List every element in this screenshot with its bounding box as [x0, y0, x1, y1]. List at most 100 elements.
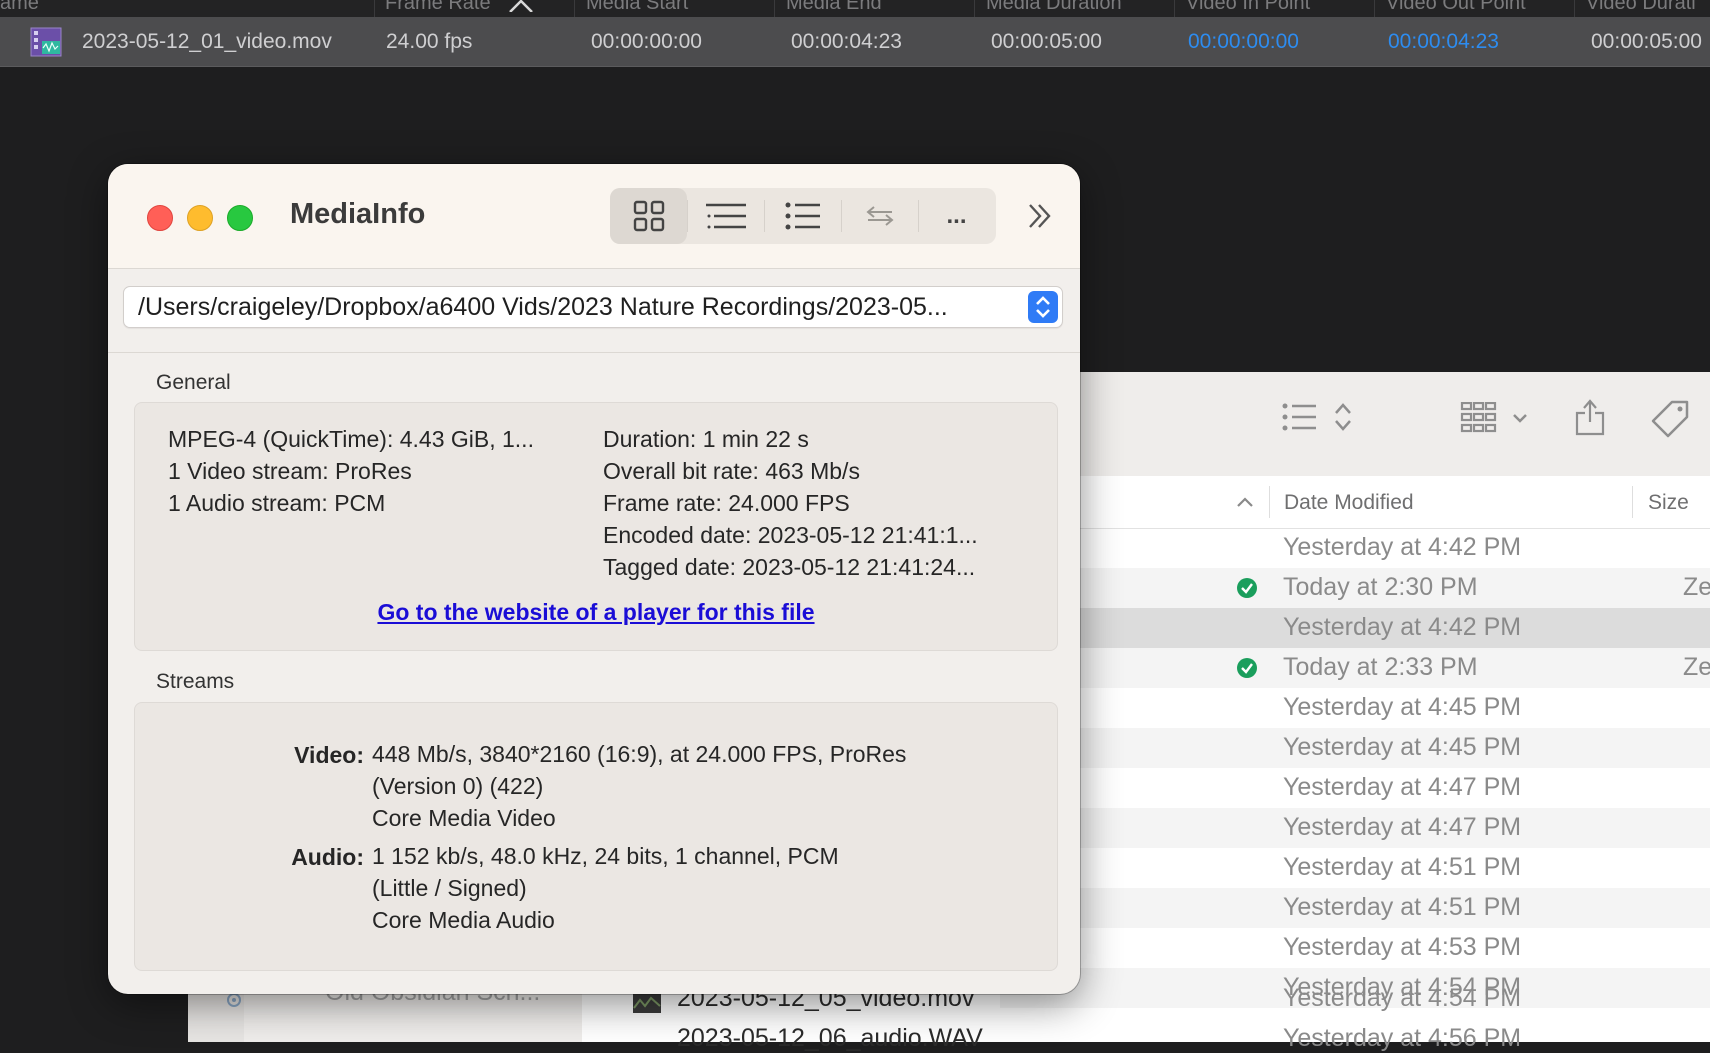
- project-clip-row[interactable]: 2023-05-12_01_video.mov 24.00 fps 00:00:…: [0, 17, 1710, 67]
- mediainfo-window: MediaInfo ... /Users/craigeley/Dropbox/a…: [108, 164, 1080, 994]
- tag-icon[interactable]: [1650, 400, 1690, 438]
- finder-toolbar: alley: [1000, 372, 1710, 477]
- list-view-button[interactable]: [764, 188, 841, 244]
- group-grid-icon[interactable]: [1460, 402, 1498, 434]
- general-overall-bitrate: Overall bit rate: 463 Mb/s: [603, 458, 860, 484]
- finder-file-row[interactable]: Yesterday at 4:47 PM: [1000, 808, 1710, 848]
- file-date-modified: Today at 2:30 PM: [1283, 573, 1478, 601]
- more-options-button[interactable]: ...: [918, 188, 995, 244]
- video-stream-line: (Version 0) (422): [372, 773, 544, 799]
- file-path-select[interactable]: /Users/craigeley/Dropbox/a6400 Vids/2023…: [123, 286, 1063, 328]
- column-header-video-out-point[interactable]: Video Out Point: [1386, 0, 1526, 15]
- finder-file-row[interactable]: Yesterday at 4:51 PM: [1000, 888, 1710, 928]
- player-website-link[interactable]: Go to the website of a player for this f…: [135, 599, 1057, 626]
- view-mode-toolbar: ...: [610, 188, 996, 244]
- finder-file-row[interactable]: Yesterday at 4:51 PM: [1000, 848, 1710, 888]
- file-date-modified: Yesterday at 4:45 PM: [1283, 733, 1522, 761]
- column-divider: [1574, 0, 1575, 17]
- file-date-modified: Yesterday at 4:51 PM: [1283, 893, 1522, 921]
- clip-media-start: 00:00:00:00: [591, 30, 702, 53]
- finder-file-row[interactable]: Yesterday at 4:42 PM: [1000, 608, 1710, 648]
- project-panel-header: ame Frame Rate Media Start Media End Med…: [0, 0, 1710, 17]
- column-header-media-start[interactable]: Media Start: [586, 0, 688, 15]
- file-date-modified: Yesterday at 4:51 PM: [1283, 853, 1522, 881]
- synced-check-icon: [1237, 578, 1257, 598]
- film-clip-icon: [30, 27, 62, 57]
- finder-file-row[interactable]: Yesterday at 4:53 PM: [1000, 928, 1710, 968]
- finder-file-row[interactable]: Yesterday at 4:47 PM: [1000, 768, 1710, 808]
- video-stream-line: Core Media Video: [372, 805, 556, 831]
- column-header-video-in-point[interactable]: Video In Point: [1186, 0, 1310, 15]
- zoom-button[interactable]: [227, 205, 253, 231]
- column-header-frame-rate[interactable]: Frame Rate: [385, 0, 491, 15]
- video-stream-label: Video:: [294, 742, 364, 768]
- column-divider: [374, 0, 375, 17]
- column-header-size[interactable]: Size: [1648, 491, 1689, 515]
- chevron-right-double-icon[interactable]: [1026, 202, 1054, 230]
- section-label-streams: Streams: [156, 670, 235, 693]
- column-divider: [1374, 0, 1375, 17]
- divider: [108, 352, 1080, 353]
- column-header-media-duration[interactable]: Media Duration: [986, 0, 1122, 15]
- finder-file-row[interactable]: Today at 2:33 PM Ze: [1000, 648, 1710, 688]
- audio-stream-label: Audio:: [291, 844, 364, 870]
- finder-file-row[interactable]: Today at 2:30 PM Ze: [1000, 568, 1710, 608]
- grid-view-icon: [633, 200, 664, 232]
- tree-view-button[interactable]: [687, 188, 764, 244]
- column-divider: [1632, 486, 1633, 518]
- sort-updown-icon[interactable]: [1333, 402, 1353, 432]
- chevron-down-icon[interactable]: [1512, 412, 1528, 424]
- share-icon[interactable]: [1574, 396, 1606, 436]
- general-encoded-date: Encoded date: 2023-05-12 21:41:1...: [603, 522, 978, 548]
- general-audio-stream-count: 1 Audio stream: PCM: [168, 490, 386, 516]
- column-divider: [1269, 486, 1270, 518]
- finder-file-row[interactable]: Yesterday at 4:45 PM: [1000, 728, 1710, 768]
- list-view-icon[interactable]: [1282, 402, 1318, 432]
- finder-file-row[interactable]: Yesterday at 4:42 PM: [1000, 528, 1710, 568]
- file-date-modified: Yesterday at 4:47 PM: [1283, 773, 1522, 801]
- clip-video-in-point[interactable]: 00:00:00:00: [1188, 30, 1299, 54]
- general-format: MPEG-4 (QuickTime): 4.43 GiB, 1...: [168, 426, 534, 452]
- clip-media-duration: 00:00:05:00: [991, 30, 1102, 53]
- clip-video-out-point[interactable]: 00:00:04:23: [1388, 30, 1499, 54]
- close-button[interactable]: [147, 205, 173, 231]
- column-divider: [574, 0, 575, 17]
- column-header-media-end[interactable]: Media End: [786, 0, 882, 15]
- sort-ascending-icon[interactable]: [1236, 496, 1254, 508]
- general-tagged-date: Tagged date: 2023-05-12 21:41:24...: [603, 554, 976, 580]
- section-label-general: General: [156, 371, 231, 394]
- finder-file-list: Yesterday at 4:42 PM Today at 2:30 PM Ze Ye…: [1000, 528, 1710, 1008]
- file-date-modified: Yesterday at 4:53 PM: [1283, 933, 1522, 961]
- sort-ascending-icon[interactable]: [508, 0, 534, 12]
- general-frame-rate: Frame rate: 24.000 FPS: [603, 490, 850, 516]
- finder-window: alley: [1000, 372, 1710, 1042]
- finder-file-row[interactable]: Yesterday at 4:45 PM: [1000, 688, 1710, 728]
- clip-frame-rate: 24.00 fps: [386, 30, 473, 53]
- audio-stream-line: 1 152 kb/s, 48.0 kHz, 24 bits, 1 channel…: [372, 843, 839, 869]
- column-header-name[interactable]: ame: [0, 0, 39, 15]
- grid-view-button[interactable]: [610, 188, 687, 244]
- compare-view-button[interactable]: [841, 188, 918, 244]
- video-stream-line: 448 Mb/s, 3840*2160 (16:9), at 24.000 FP…: [372, 741, 907, 767]
- streams-box: Video: 448 Mb/s, 3840*2160 (16:9), at 24…: [134, 702, 1058, 971]
- clip-media-end: 00:00:04:23: [791, 30, 902, 53]
- file-size: Ze: [1683, 573, 1710, 601]
- file-date-modified: Yesterday at 4:56 PM: [1283, 1024, 1522, 1052]
- column-header-date-modified[interactable]: Date Modified: [1284, 491, 1414, 515]
- file-date-modified: Yesterday at 4:47 PM: [1283, 813, 1522, 841]
- chevron-updown-icon: [1036, 296, 1050, 318]
- general-duration: Duration: 1 min 22 s: [603, 426, 809, 452]
- path-stepper[interactable]: [1028, 291, 1058, 323]
- finder-column-header: Date Modified Size: [1000, 476, 1710, 529]
- audio-stream-line: Core Media Audio: [372, 907, 555, 933]
- file-date-modified: Yesterday at 4:42 PM: [1283, 533, 1522, 561]
- arrows-swap-icon: [865, 206, 894, 226]
- clip-video-duration: 00:00:05:00: [1591, 30, 1702, 53]
- file-name[interactable]: 2023-05-12_06_audio.WAV: [677, 1024, 983, 1053]
- general-box: MPEG-4 (QuickTime): 4.43 GiB, 1... 1 Vid…: [134, 402, 1058, 651]
- file-date-modified: Yesterday at 4:54 PM: [1283, 984, 1522, 1012]
- general-video-stream-count: 1 Video stream: ProRes: [168, 458, 412, 484]
- window-titlebar: MediaInfo ...: [108, 164, 1080, 269]
- minimize-button[interactable]: [187, 205, 213, 231]
- column-header-video-duration[interactable]: Video Durati: [1586, 0, 1696, 15]
